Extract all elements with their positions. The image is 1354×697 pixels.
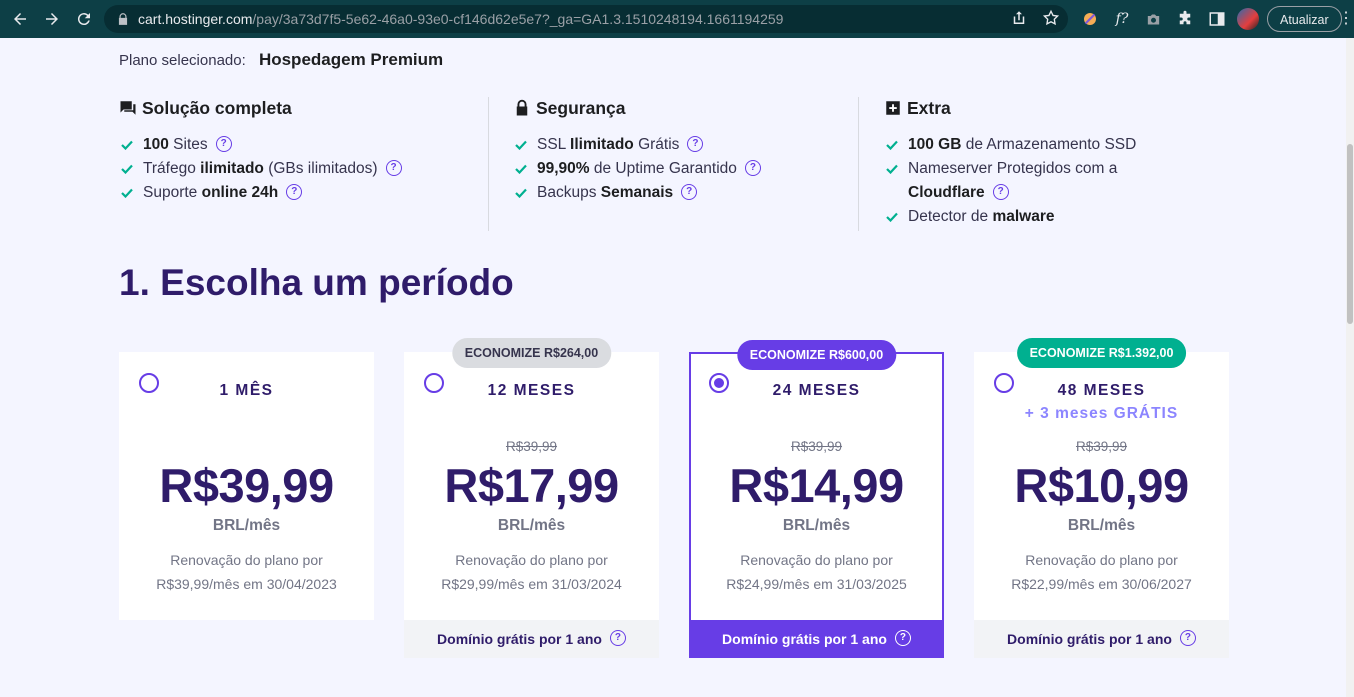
check-icon [886,140,898,150]
period-card-24-months[interactable]: ECONOMIZE R$600,00 24 MESES R$39,99 R$14… [689,340,944,658]
puzzle-extensions-icon[interactable] [1175,9,1195,29]
profile-avatar[interactable] [1237,8,1259,30]
renewal-info: Renovação do plano por R$22,99/mês em 30… [1011,552,1192,592]
plus-box-icon [886,101,900,115]
period-card-1-month[interactable]: 1 MÊS R$39,99 BRL/mês Renovação do plano… [119,352,374,620]
browser-menu-icon[interactable]: ⋮ [1338,10,1354,28]
period-term: 1 MÊS [219,382,274,399]
period-heading: 1. Escolha um período [119,262,514,303]
feature-title: Solução completa [119,97,402,119]
period-card-48-months[interactable]: ECONOMIZE R$1.392,00 48 MESES + 3 meses … [974,338,1229,658]
color-picker-extension-icon[interactable] [1080,9,1100,29]
bookmark-star-icon[interactable] [1042,9,1060,27]
help-icon[interactable]: ? [992,183,1009,200]
help-icon[interactable]: ? [286,183,303,200]
free-domain-note: Domínio grátis por 1 ano? [974,620,1229,658]
help-icon[interactable]: ? [744,159,761,176]
camera-extension-icon[interactable] [1143,9,1163,29]
price-unit: BRL/mês [497,517,566,534]
price-unit: BRL/mês [1067,517,1136,534]
reload-icon [77,13,90,26]
share-icon[interactable] [1010,9,1028,27]
renewal-info: Renovação do plano por R$24,99/mês em 31… [726,552,907,592]
period-card-12-months[interactable]: ECONOMIZE R$264,00 12 MESES R$39,99 R$17… [404,338,659,658]
period-price: R$10,99 [1014,459,1189,512]
period-term: 24 MESES [772,382,861,399]
url-text[interactable]: cart.hostinger.com/pay/3a73d7f5-5e62-46a… [138,11,783,27]
feature-item: Detector de malware [884,205,1136,229]
free-domain-note: Domínio grátis por 1 ano? [404,620,659,658]
chat-icon [120,101,136,115]
bonus-months: + 3 meses GRÁTIS [1024,405,1179,422]
original-price: R$39,99 [505,439,558,454]
help-icon[interactable]: ? [1179,630,1196,646]
check-icon [121,164,133,174]
font-extension-icon[interactable]: f? [1112,9,1132,29]
feature-title: Segurança [513,97,761,119]
reload-button[interactable] [70,5,98,33]
feature-title: Extra [884,97,1136,119]
feature-item: SSL Ilimitado Grátis? [513,133,761,157]
original-price: R$39,99 [790,439,843,454]
check-icon [121,188,133,198]
back-button[interactable] [6,5,34,33]
check-icon [515,188,527,198]
scrollbar-thumb[interactable] [1347,144,1353,324]
selected-plan-label: Plano selecionado: [119,52,246,69]
period-term: 12 MESES [487,382,576,399]
price-unit: BRL/mês [212,517,281,534]
help-icon[interactable]: ? [385,159,402,176]
price-unit: BRL/mês [782,517,851,534]
selected-plan-name: Hospedagem Premium [258,50,444,69]
help-icon[interactable]: ? [681,183,698,200]
help-icon[interactable]: ? [894,630,911,646]
period-price: R$39,99 [159,459,334,512]
period-price: R$14,99 [729,459,904,512]
column-divider [858,97,859,231]
feature-column-security: Segurança SSL Ilimitado Grátis? 99,90% d… [513,97,761,205]
check-icon [121,140,133,150]
forward-button[interactable] [38,5,66,33]
page-scrollbar[interactable] [1346,38,1354,697]
savings-badge: ECONOMIZE R$600,00 [736,340,897,370]
renewal-info: Renovação do plano por R$29,99/mês em 31… [441,552,622,592]
help-icon[interactable]: ? [687,135,704,152]
check-icon [515,140,527,150]
side-panel-icon[interactable] [1207,9,1227,29]
feature-column-extra: Extra 100 GB de Armazenamento SSD Namese… [884,97,1136,229]
period-price: R$17,99 [444,459,619,512]
browser-toolbar: cart.hostinger.com/pay/3a73d7f5-5e62-46a… [0,0,1354,38]
column-divider [488,97,489,231]
check-icon [886,212,898,222]
original-price: R$39,99 [1075,439,1128,454]
feature-item: Suporte online 24h? [119,181,402,205]
savings-badge: ECONOMIZE R$1.392,00 [1016,338,1187,368]
check-icon [515,164,527,174]
period-term: 48 MESES [1057,382,1146,399]
feature-item: 100 GB de Armazenamento SSD [884,133,1136,157]
update-button[interactable]: Atualizar [1267,6,1342,32]
renewal-info: Renovação do plano por R$39,99/mês em 30… [156,552,337,592]
address-bar[interactable]: cart.hostinger.com/pay/3a73d7f5-5e62-46a… [104,5,1068,33]
feature-item: 99,90% de Uptime Garantido? [513,157,761,181]
savings-badge: ECONOMIZE R$264,00 [451,338,612,368]
lock-icon [516,99,528,116]
feature-item: 100 Sites? [119,133,402,157]
free-domain-note: Domínio grátis por 1 ano? [689,620,944,658]
check-icon [886,164,898,174]
selected-plan: Plano selecionado: Hospedagem Premium [119,50,443,70]
lock-icon [118,13,128,25]
feature-column-complete: Solução completa 100 Sites? Tráfego ilim… [119,97,402,205]
help-icon[interactable]: ? [215,135,232,152]
help-icon[interactable]: ? [609,630,626,646]
feature-item: Backups Semanais? [513,181,761,205]
arrow-left-icon [14,13,26,25]
arrow-right-icon [46,13,58,25]
feature-item: Tráfego ilimitado (GBs ilimitados)? [119,157,402,181]
feature-item: Nameserver Protegidos com a Cloudflare? [884,157,1136,205]
